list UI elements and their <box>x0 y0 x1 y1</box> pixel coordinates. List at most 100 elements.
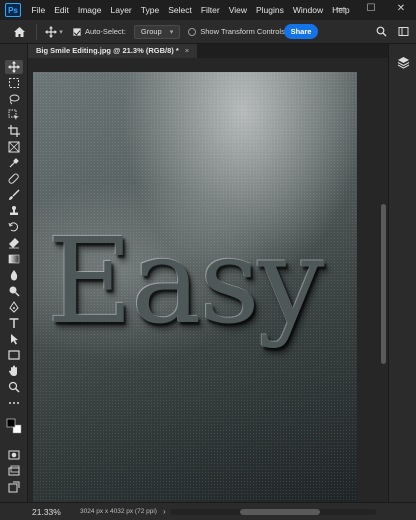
vertical-scrollbar[interactable] <box>378 58 388 502</box>
dodge-icon <box>9 286 20 297</box>
menu-type[interactable]: Type <box>136 5 163 15</box>
menu-filter[interactable]: Filter <box>196 5 224 15</box>
status-menu-arrow[interactable]: › <box>163 507 166 516</box>
bandage-icon <box>8 173 19 184</box>
divider <box>36 23 37 40</box>
layers-panel-button[interactable] <box>395 54 411 70</box>
blur-tool[interactable] <box>5 268 23 282</box>
document-canvas[interactable]: Easy <box>33 72 357 502</box>
hand-icon <box>9 365 17 376</box>
screen-mode-button[interactable] <box>5 464 23 478</box>
history-brush-icon <box>8 222 18 232</box>
home-button[interactable] <box>8 21 30 43</box>
menu-list: File Edit Image Layer Type Select Filter… <box>27 5 354 15</box>
close-button[interactable]: ✕ <box>386 0 416 20</box>
color-swatches[interactable] <box>5 414 23 438</box>
layers-icon <box>397 56 409 69</box>
brush-tool[interactable] <box>5 188 23 202</box>
edit-toolbar-button[interactable] <box>5 480 23 494</box>
close-tab-icon[interactable]: × <box>185 46 189 55</box>
brush-icon <box>9 189 20 200</box>
auto-select-label: Auto-Select: <box>85 27 126 36</box>
rectangle-icon <box>8 350 20 360</box>
history-brush-tool[interactable] <box>5 220 23 234</box>
right-panel-strip <box>388 44 416 502</box>
pen-tool[interactable] <box>5 300 23 314</box>
workspace-button[interactable] <box>396 23 410 39</box>
menu-edit[interactable]: Edit <box>50 5 74 15</box>
canvas-text: Easy <box>47 212 325 350</box>
vertical-scroll-thumb[interactable] <box>381 204 386 364</box>
document-tab-title: Big Smile Editing.jpg @ 21.3% (RGB/8) * <box>36 46 179 55</box>
healing-brush-tool[interactable] <box>5 172 23 186</box>
minimize-button[interactable]: — <box>326 0 356 20</box>
move-icon <box>45 25 58 38</box>
color-swatch-icon <box>6 418 22 434</box>
crop-icon <box>8 125 20 137</box>
show-transform-label: Show Transform Controls <box>200 27 285 36</box>
quick-mask-button[interactable] <box>5 448 23 462</box>
screen-mode-icon <box>8 465 20 476</box>
show-transform-checkbox[interactable] <box>188 27 197 36</box>
horizontal-scroll-thumb[interactable] <box>240 509 320 515</box>
window-controls: — ☐ ✕ <box>326 0 416 20</box>
path-selection-tool[interactable] <box>5 332 23 346</box>
search-button[interactable] <box>374 23 388 39</box>
lasso-icon <box>9 94 20 105</box>
type-tool[interactable] <box>5 316 23 330</box>
auto-select-checkbox[interactable] <box>73 27 81 36</box>
pointer-icon <box>11 334 18 345</box>
menu-bar: Ps File Edit Image Layer Type Select Fil… <box>0 0 416 20</box>
eyedropper-tool[interactable] <box>5 156 23 170</box>
zoom-tool[interactable] <box>5 380 23 394</box>
object-selection-icon <box>8 109 19 120</box>
menu-image[interactable]: Image <box>73 5 106 15</box>
rectangle-tool[interactable] <box>5 348 23 362</box>
pen-icon <box>9 301 19 313</box>
options-right-icons <box>374 23 410 39</box>
horizontal-scrollbar[interactable] <box>170 509 376 515</box>
frame-tool[interactable] <box>5 140 23 154</box>
marquee-tool[interactable] <box>5 76 23 90</box>
object-selection-tool[interactable] <box>5 108 23 122</box>
home-icon <box>13 26 25 37</box>
search-icon <box>376 26 386 36</box>
dodge-tool[interactable] <box>5 284 23 298</box>
marquee-icon <box>9 78 19 88</box>
menu-window[interactable]: Window <box>288 5 327 15</box>
lasso-tool[interactable] <box>5 92 23 106</box>
ellipsis-icon <box>9 402 19 404</box>
move-tool-preset[interactable]: ▾ <box>43 23 65 41</box>
maximize-button[interactable]: ☐ <box>356 0 386 20</box>
type-icon <box>9 318 19 328</box>
document-tab[interactable]: Big Smile Editing.jpg @ 21.3% (RGB/8) * × <box>28 44 198 58</box>
zoom-icon <box>8 381 20 393</box>
move-icon <box>8 61 20 73</box>
auto-select-target-dropdown[interactable]: Group ▾ <box>133 24 181 39</box>
document-info: 3024 px x 4032 px (72 ppi) <box>80 508 157 515</box>
chevron-down-icon: ▾ <box>59 28 63 36</box>
chevron-down-icon: ▾ <box>169 28 174 36</box>
crop-tool[interactable] <box>5 124 23 138</box>
share-button[interactable]: Share <box>284 24 318 39</box>
status-bar: 21.33% 3024 px x 4032 px (72 ppi) › <box>0 502 416 520</box>
hand-tool[interactable] <box>5 364 23 378</box>
quick-mask-icon <box>8 450 20 460</box>
gradient-icon <box>8 254 20 264</box>
options-bar: ▾ Auto-Select: Group ▾ Show Transform Co… <box>0 20 416 44</box>
gradient-tool[interactable] <box>5 252 23 266</box>
menu-layer[interactable]: Layer <box>106 5 136 15</box>
zoom-level[interactable]: 21.33% <box>32 507 72 517</box>
eraser-tool[interactable] <box>5 236 23 250</box>
menu-plugins[interactable]: Plugins <box>251 5 288 15</box>
move-tool[interactable] <box>5 60 23 74</box>
photoshop-logo[interactable]: Ps <box>5 3 21 17</box>
workspace-icon <box>398 26 408 36</box>
eraser-icon <box>9 238 19 249</box>
menu-file[interactable]: File <box>27 5 50 15</box>
menu-select[interactable]: Select <box>164 5 197 15</box>
menu-view[interactable]: View <box>224 5 251 15</box>
clone-stamp-tool[interactable] <box>5 204 23 218</box>
canvas-area[interactable]: Easy <box>28 58 378 502</box>
more-tools[interactable] <box>5 396 23 410</box>
